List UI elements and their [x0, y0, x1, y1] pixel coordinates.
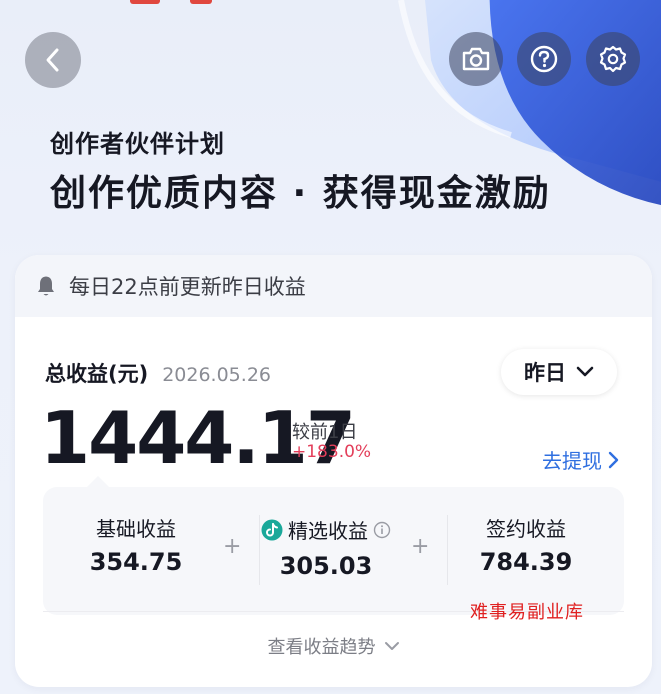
period-selected: 昨日 — [524, 361, 566, 385]
breakdown-label: 基础收益 — [51, 513, 221, 542]
basic-earnings-value: 354.75 — [89, 548, 183, 576]
update-notice: 每日22点前更新昨日收益 — [15, 255, 652, 317]
camera-icon — [462, 47, 490, 71]
featured-earnings-label: 精选收益 — [288, 519, 368, 543]
chevron-right-icon — [608, 451, 619, 468]
breakdown-contract[interactable]: 签约收益 784.39 — [441, 513, 611, 576]
earnings-title: 总收益(元) — [45, 362, 149, 386]
help-button[interactable] — [517, 32, 571, 86]
settings-button[interactable] — [586, 32, 640, 86]
plus-operator: + — [411, 534, 430, 559]
camera-button[interactable] — [449, 32, 503, 86]
featured-earnings-value: 305.03 — [279, 552, 373, 580]
back-arrow-icon — [46, 48, 59, 72]
back-button[interactable] — [25, 32, 81, 88]
bell-icon — [35, 275, 57, 297]
breakdown-basic[interactable]: 基础收益 354.75 — [51, 513, 221, 576]
withdraw-link[interactable]: 去提现 — [542, 445, 619, 474]
compare-value: +183.0% — [292, 442, 372, 462]
contract-earnings-value: 784.39 — [479, 548, 573, 576]
chevron-down-icon — [576, 366, 594, 377]
tiktok-icon — [261, 519, 283, 540]
withdraw-label: 去提现 — [542, 449, 602, 473]
chevron-down-icon — [384, 642, 399, 650]
earnings-breakdown: 基础收益 354.75 + 精选收益 305.03 + 签约收益 784.39 — [43, 487, 624, 615]
period-dropdown[interactable]: 昨日 — [501, 349, 617, 395]
help-icon — [530, 45, 558, 73]
view-trend-link[interactable]: 查看收益趋势 — [15, 633, 652, 659]
plus-operator: + — [223, 534, 242, 559]
earnings-header: 总收益(元) 2026.05.26 — [45, 358, 271, 388]
gear-icon — [599, 45, 627, 73]
contract-earnings-label: 签约收益 — [486, 517, 566, 541]
trend-label: 查看收益趋势 — [267, 637, 376, 658]
compare-label: 较前1日 — [292, 422, 358, 443]
breakdown-featured[interactable]: 精选收益 305.03 — [241, 515, 411, 580]
program-headline: 创作优质内容 · 获得现金激励 — [50, 173, 551, 214]
watermark-text: 难事易副业库 — [470, 602, 584, 623]
notice-text: 每日22点前更新昨日收益 — [69, 275, 306, 299]
status-bar — [0, 0, 661, 6]
breakdown-label: 签约收益 — [441, 513, 611, 542]
program-subtitle: 创作者伙伴计划 — [50, 130, 225, 158]
earnings-date: 2026.05.26 — [162, 364, 271, 386]
basic-earnings-label: 基础收益 — [96, 517, 176, 541]
info-icon[interactable] — [373, 521, 391, 539]
breakdown-label: 精选收益 — [241, 515, 411, 544]
